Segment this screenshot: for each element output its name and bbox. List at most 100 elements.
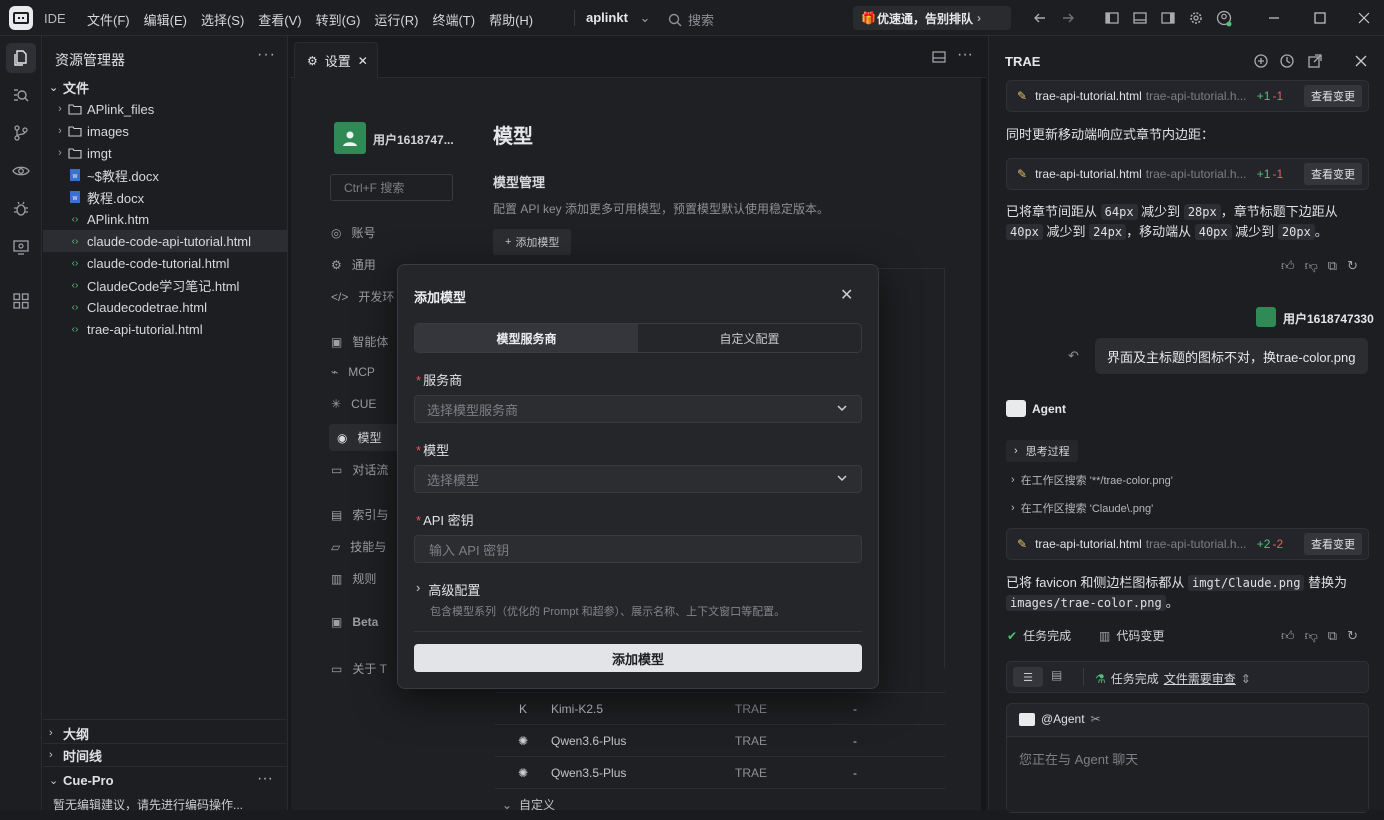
file-change-card[interactable]: ✎ trae-api-tutorial.html trae-api-tutori… bbox=[1006, 80, 1369, 112]
settings-gear-icon[interactable] bbox=[1188, 10, 1204, 26]
thinking-toggle[interactable]: › 思考过程 bbox=[1006, 440, 1078, 462]
promo-button[interactable]: 🎁 优速通，告别排队 › bbox=[853, 6, 1011, 30]
tab-settings[interactable]: ⚙ 设置 ✕ bbox=[294, 42, 378, 78]
history-icon[interactable] bbox=[1279, 53, 1295, 69]
menu-edit[interactable]: 编辑(E) bbox=[144, 10, 187, 29]
menu-select[interactable]: 选择(S) bbox=[201, 10, 244, 29]
new-chat-icon[interactable] bbox=[1253, 53, 1269, 69]
remote-monitor-icon[interactable] bbox=[10, 236, 32, 258]
menu-run[interactable]: 运行(R) bbox=[374, 10, 418, 29]
tab-custom-config[interactable]: 自定义配置 bbox=[638, 324, 861, 352]
open-external-icon[interactable] bbox=[1307, 53, 1323, 69]
nav-skills[interactable]: ▱ 技能与 bbox=[331, 538, 386, 555]
chat-input[interactable]: 您正在与 Agent 聊天 bbox=[1007, 736, 1368, 812]
nav-dev-env[interactable]: </> 开发环 bbox=[331, 288, 394, 305]
nav-beta[interactable]: ▣ Beta bbox=[331, 615, 378, 629]
explorer-icon[interactable] bbox=[6, 43, 36, 73]
nav-mcp[interactable]: ⌁ MCP bbox=[331, 365, 375, 379]
menu-terminal[interactable]: 终端(T) bbox=[432, 10, 475, 29]
toggle-right-panel-icon[interactable] bbox=[1160, 10, 1176, 26]
task-list-icon[interactable]: ☰ bbox=[1013, 667, 1043, 687]
close-icon[interactable]: ✕ bbox=[840, 285, 853, 305]
nav-chat-flow[interactable]: ▭ 对话流 bbox=[331, 461, 388, 478]
nav-general[interactable]: ⚙ 通用 bbox=[331, 256, 376, 273]
more-actions-icon[interactable]: ··· bbox=[257, 770, 273, 788]
add-model-button[interactable]: + 添加模型 bbox=[493, 229, 572, 255]
minimize-icon[interactable] bbox=[1266, 10, 1282, 26]
thumbs-up-icon[interactable]: 👍︎ bbox=[1281, 628, 1295, 644]
menu-file[interactable]: 文件(F) bbox=[87, 10, 130, 29]
tree-file[interactable]: ‹› ClaudeCode学习笔记.html bbox=[43, 274, 288, 296]
toggle-sidebar-icon[interactable] bbox=[1104, 10, 1120, 26]
settings-search-input[interactable]: Ctrl+F 搜索 bbox=[330, 174, 453, 201]
table-row[interactable]: K Kimi-K2.5 TRAE - bbox=[495, 692, 945, 724]
search-step[interactable]: › 在工作区搜索 'Claude\.png' bbox=[1011, 500, 1153, 516]
close-icon[interactable] bbox=[1353, 53, 1369, 69]
forward-arrow-icon[interactable] bbox=[1060, 10, 1076, 26]
nav-cue[interactable]: ✳ CUE bbox=[331, 397, 376, 411]
files-root[interactable]: ⌄ 文件 bbox=[43, 76, 288, 98]
tree-file[interactable]: W ~$教程.docx bbox=[43, 164, 288, 186]
timeline-section[interactable]: › 时间线 bbox=[43, 744, 288, 766]
close-tab-icon[interactable]: ✕ bbox=[358, 54, 368, 68]
search-step[interactable]: › 在工作区搜索 '**/trae-color.png' bbox=[1011, 472, 1173, 488]
cue-pro-section[interactable]: ⌄ Cue-Pro bbox=[43, 769, 288, 791]
extensions-icon[interactable] bbox=[10, 290, 32, 312]
menu-help[interactable]: 帮助(H) bbox=[489, 10, 533, 29]
source-control-icon[interactable] bbox=[10, 122, 32, 144]
menu-goto[interactable]: 转到(G) bbox=[316, 10, 361, 29]
table-row[interactable]: ✺ Qwen3.5-Plus TRAE - bbox=[495, 756, 945, 788]
account-icon[interactable] bbox=[1216, 10, 1232, 27]
tree-file-selected[interactable]: ‹› claude-code-api-tutorial.html bbox=[43, 230, 288, 252]
nav-about[interactable]: ▭ 关于 T bbox=[331, 660, 387, 677]
thumbs-down-icon[interactable]: 👎︎ bbox=[1305, 628, 1318, 644]
tree-file[interactable]: ‹› APlink.htm bbox=[43, 208, 288, 230]
tree-file[interactable]: ‹› trae-api-tutorial.html bbox=[43, 318, 288, 340]
preview-eye-icon[interactable] bbox=[10, 160, 32, 182]
tree-folder[interactable]: › imgt bbox=[43, 142, 288, 164]
tree-folder[interactable]: › images bbox=[43, 120, 288, 142]
maximize-icon[interactable] bbox=[1312, 10, 1328, 26]
tree-file[interactable]: ‹› Claudecodetrae.html bbox=[43, 296, 288, 318]
view-changes-button[interactable]: 查看变更 bbox=[1304, 85, 1362, 107]
undo-icon[interactable]: ↶ bbox=[1068, 348, 1079, 364]
retry-icon[interactable]: ↻ bbox=[1347, 258, 1358, 274]
code-change-link[interactable]: ▥ 代码变更 bbox=[1099, 627, 1164, 644]
global-search[interactable]: 搜索 bbox=[668, 10, 714, 29]
api-key-input[interactable]: 输入 API 密钥 bbox=[414, 535, 862, 563]
review-status[interactable]: ⚗ 任务完成 文件需要审查 ⇕ bbox=[1095, 670, 1251, 687]
submit-add-model-button[interactable]: 添加模型 bbox=[414, 644, 862, 672]
tree-folder[interactable]: › APlink_files bbox=[43, 98, 288, 120]
outline-section[interactable]: › 大纲 bbox=[43, 722, 288, 744]
close-window-icon[interactable] bbox=[1356, 10, 1372, 26]
project-switcher[interactable]: aplinkt ⌄ bbox=[586, 10, 650, 26]
debug-bug-icon[interactable] bbox=[10, 198, 32, 220]
retry-icon[interactable]: ↻ bbox=[1347, 628, 1358, 644]
nav-agents[interactable]: ▣ 智能体 bbox=[331, 333, 388, 350]
thumbs-down-icon[interactable]: 👎︎ bbox=[1305, 258, 1318, 274]
tree-file[interactable]: W 教程.docx bbox=[43, 186, 288, 208]
menu-view[interactable]: 查看(V) bbox=[258, 10, 301, 29]
more-actions-icon[interactable]: ··· bbox=[257, 46, 276, 64]
split-editor-icon[interactable] bbox=[932, 50, 946, 64]
provider-select[interactable]: 选择模型服务商 bbox=[414, 395, 862, 423]
copy-icon[interactable]: ⧉ bbox=[1328, 628, 1337, 644]
nav-account[interactable]: ◎ 账号 bbox=[331, 224, 376, 241]
view-changes-button[interactable]: 查看变更 bbox=[1304, 533, 1362, 555]
file-change-card[interactable]: ✎ trae-api-tutorial.html trae-api-tutori… bbox=[1006, 158, 1369, 190]
nav-rules[interactable]: ▥ 规则 bbox=[331, 570, 376, 587]
file-change-card[interactable]: ✎ trae-api-tutorial.html trae-api-tutori… bbox=[1006, 528, 1369, 560]
copy-icon[interactable]: ⧉ bbox=[1328, 258, 1337, 274]
advanced-config-toggle[interactable]: › 高级配置 bbox=[416, 580, 480, 599]
file-icon[interactable]: ▤ bbox=[1051, 668, 1062, 682]
back-arrow-icon[interactable] bbox=[1032, 10, 1048, 26]
more-actions-icon[interactable]: ··· bbox=[957, 46, 973, 64]
nav-index[interactable]: ▤ 索引与 bbox=[331, 506, 388, 523]
model-select[interactable]: 选择模型 bbox=[414, 465, 862, 493]
view-changes-button[interactable]: 查看变更 bbox=[1304, 163, 1362, 185]
custom-section[interactable]: ⌄ 自定义 bbox=[495, 788, 945, 820]
table-row[interactable]: ✺ Qwen3.6-Plus TRAE - bbox=[495, 724, 945, 756]
agent-selector[interactable]: @Agent ✂ bbox=[1019, 712, 1101, 726]
tree-file[interactable]: ‹› claude-code-tutorial.html bbox=[43, 252, 288, 274]
tab-provider[interactable]: 模型服务商 bbox=[415, 324, 638, 352]
